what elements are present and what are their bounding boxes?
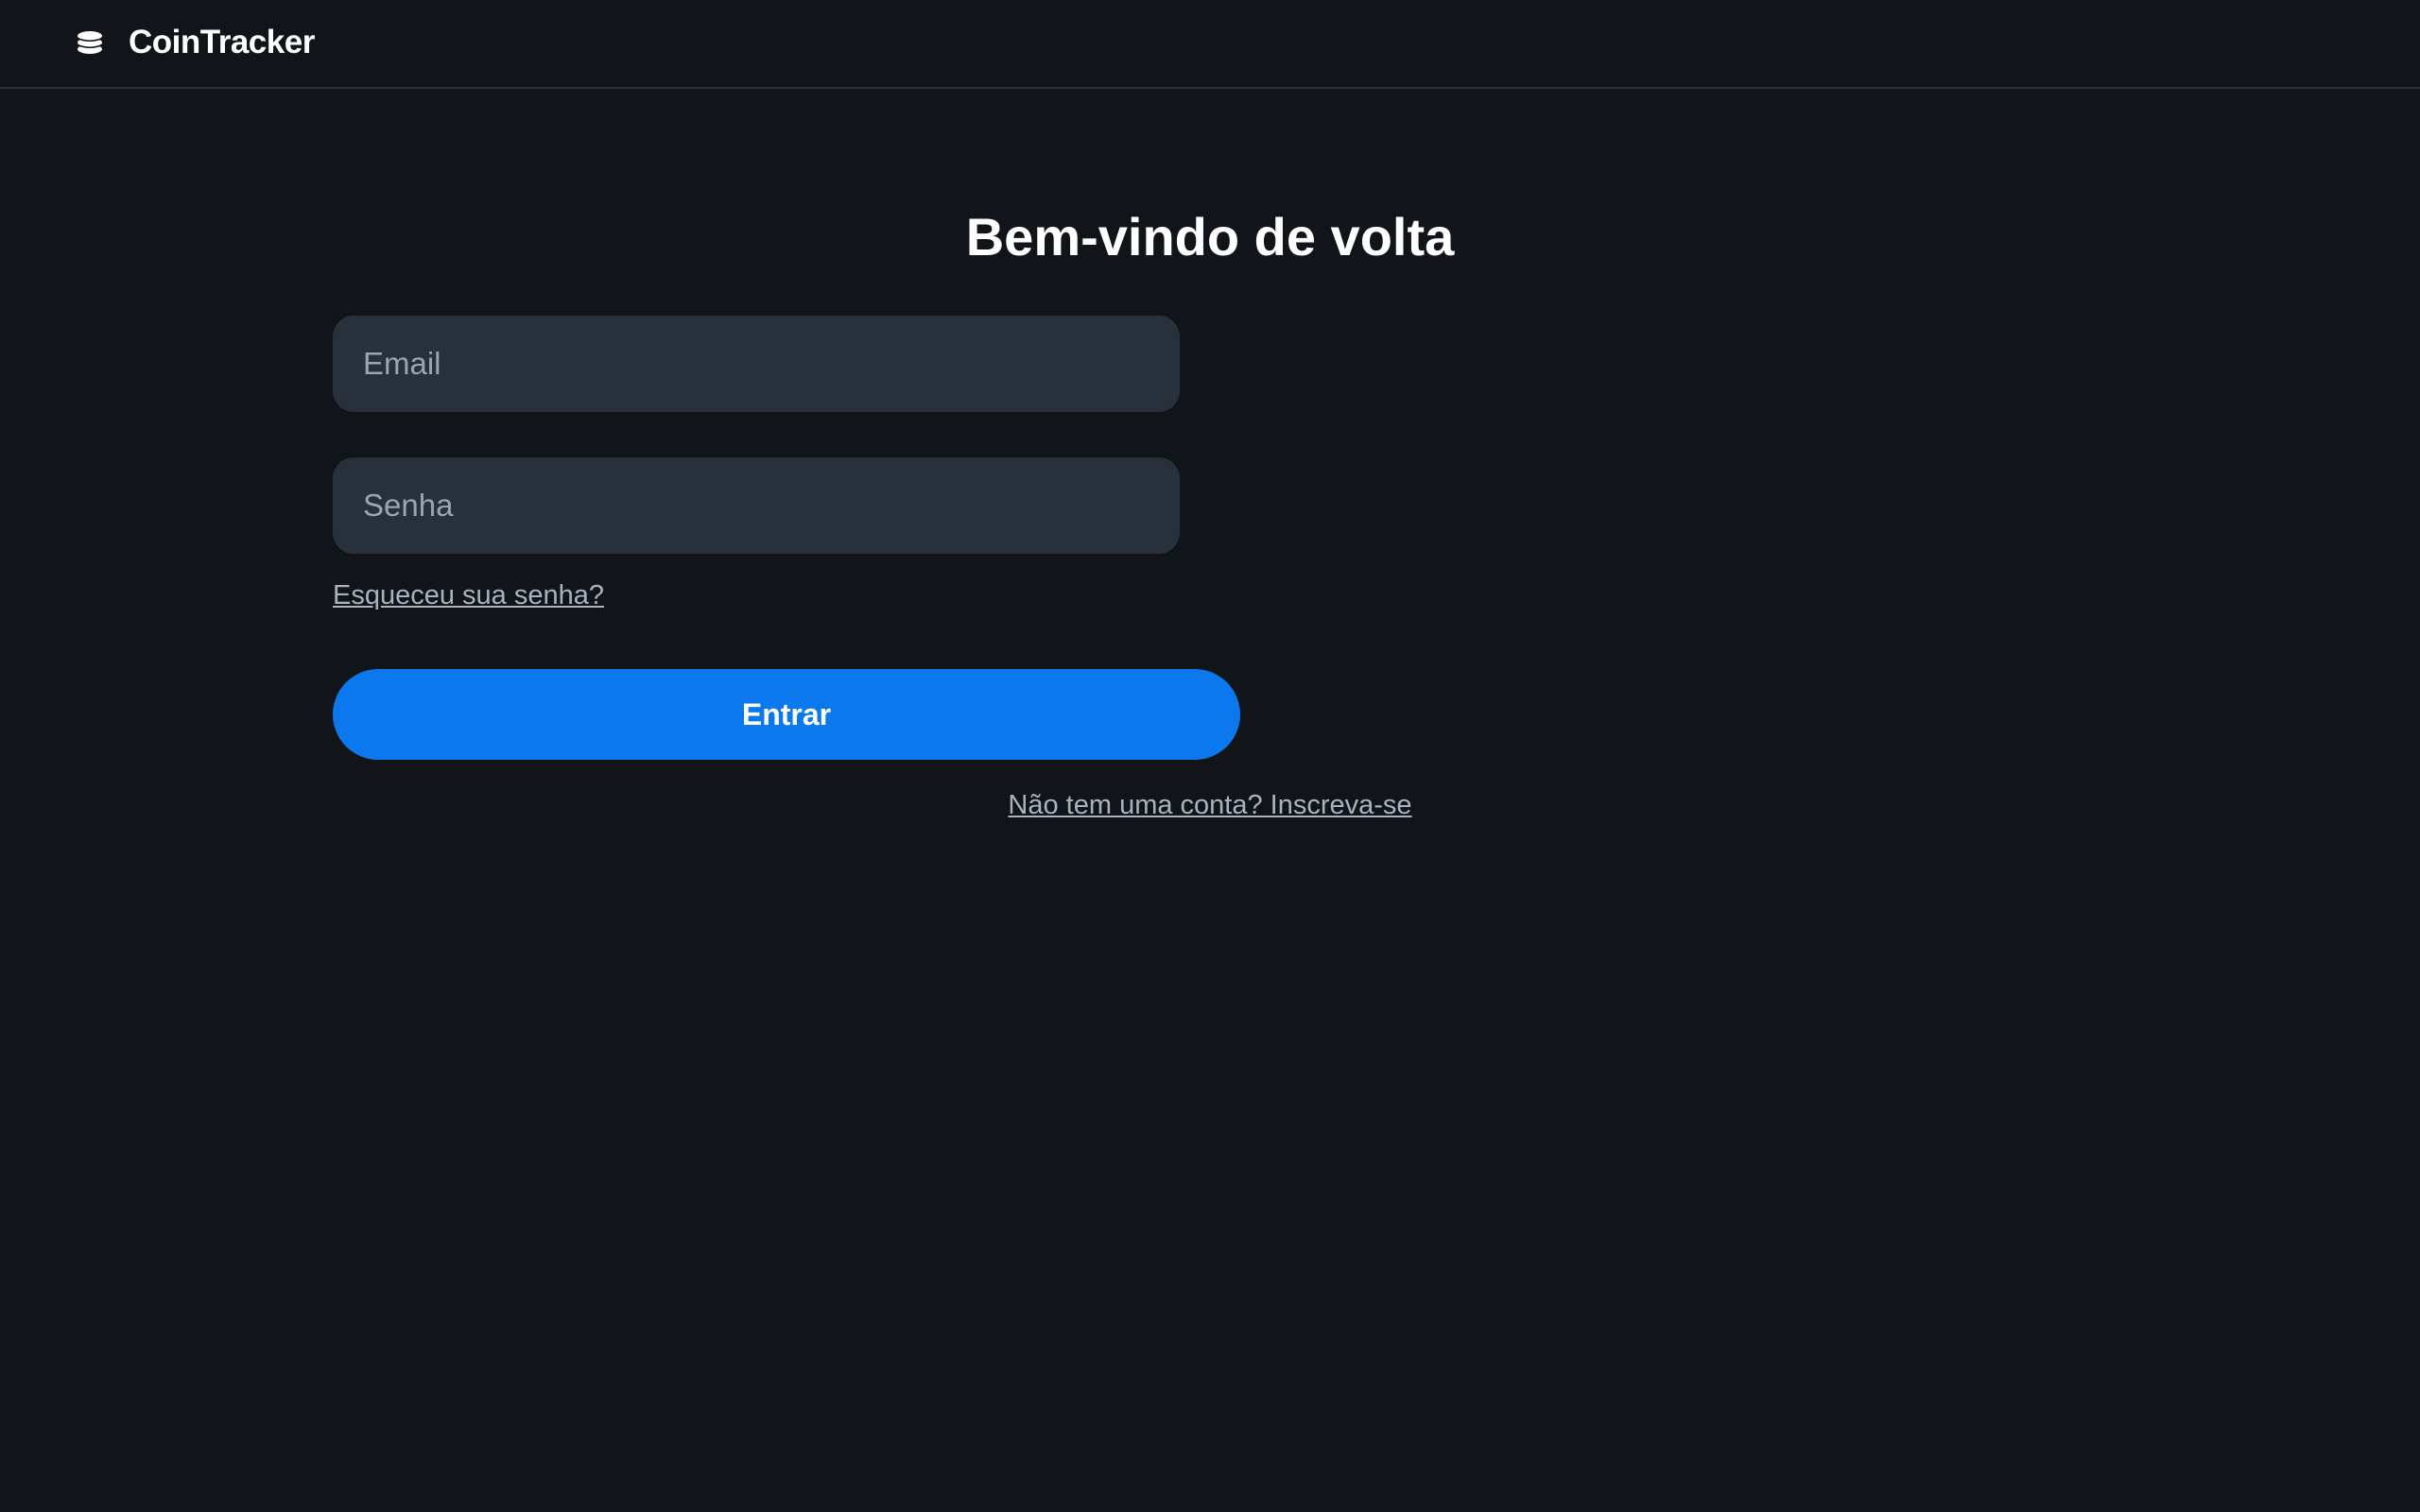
- forgot-password-link[interactable]: Esqueceu sua senha?: [333, 580, 604, 611]
- signup-link[interactable]: Não tem uma conta? Inscreva-se: [1008, 790, 1411, 820]
- page-title: Bem-vindo de volta: [965, 207, 1455, 266]
- brand-name: CoinTracker: [129, 24, 315, 60]
- email-field[interactable]: [333, 316, 1180, 412]
- login-button[interactable]: Entrar: [333, 669, 1240, 760]
- brand[interactable]: CoinTracker: [76, 21, 315, 64]
- coin-stack-icon: [77, 31, 103, 54]
- password-field-container: [333, 457, 1180, 554]
- top-header: CoinTracker: [0, 0, 2420, 89]
- password-field[interactable]: [333, 457, 1180, 554]
- email-field-container: [333, 316, 1180, 412]
- signup-link-container: Não tem uma conta? Inscreva-se: [0, 790, 2420, 821]
